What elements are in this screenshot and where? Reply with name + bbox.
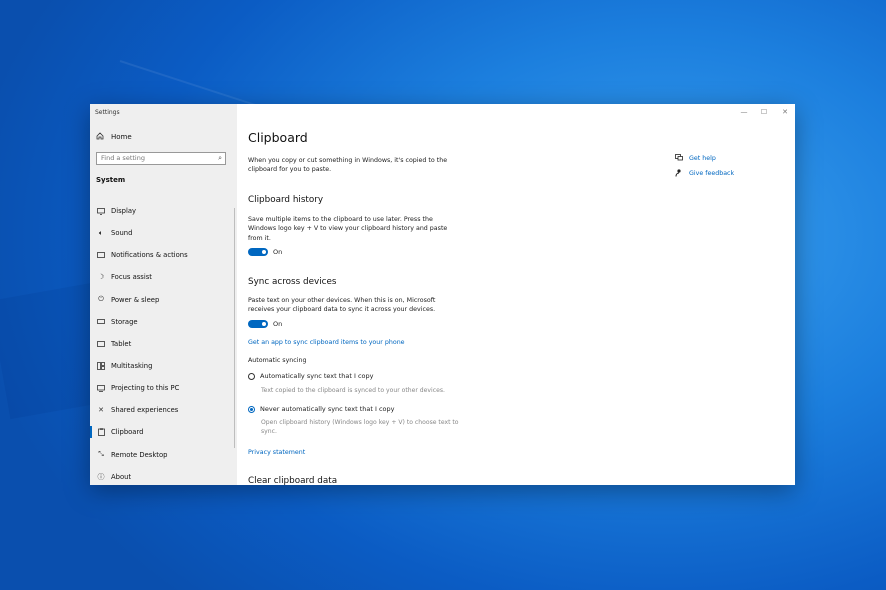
toggle-label: On <box>273 320 283 328</box>
toggle-label: On <box>273 248 283 256</box>
sidebar-scrollbar[interactable] <box>234 208 235 448</box>
clipboard-icon <box>96 427 106 437</box>
sidebar-item-power-sleep[interactable]: ⏻ Power & sleep <box>90 289 237 311</box>
sidebar-item-storage[interactable]: Storage <box>90 311 237 333</box>
radio-never-sync-description: Open clipboard history (Windows logo key… <box>261 419 459 435</box>
window-title: Settings <box>95 109 120 116</box>
home-label: Home <box>111 133 132 141</box>
notifications-icon <box>96 250 106 260</box>
sidebar-section-title: System <box>96 176 126 184</box>
search-input[interactable]: Find a setting ⌕ <box>96 152 226 165</box>
sidebar-item-label: About <box>111 472 132 481</box>
storage-icon <box>96 317 106 327</box>
sidebar-item-label: Remote Desktop <box>111 450 168 459</box>
page-title: Clipboard <box>248 130 308 145</box>
settings-window: Settings Home Find a setting ⌕ System Di… <box>90 104 795 485</box>
projecting-icon <box>96 383 106 393</box>
radio-label: Automatically sync text that I copy <box>260 372 374 380</box>
sidebar-item-shared-experiences[interactable]: ✕ Shared experiences <box>90 399 237 421</box>
remote-desktop-icon: ⤡ <box>98 450 104 459</box>
toggle-switch[interactable] <box>248 248 268 256</box>
multitasking-icon <box>96 361 106 371</box>
sidebar-item-label: Sound <box>111 229 133 238</box>
focus-assist-icon: ☽ <box>97 273 105 282</box>
sidebar: Settings Home Find a setting ⌕ System Di… <box>90 104 237 485</box>
clipboard-history-heading: Clipboard history <box>248 195 324 205</box>
search-icon: ⌕ <box>218 154 222 162</box>
power-icon: ⏻ <box>98 295 104 304</box>
clipboard-history-description: Save multiple items to the clipboard to … <box>248 216 448 242</box>
sidebar-item-label: Shared experiences <box>111 406 179 415</box>
sidebar-item-label: Storage <box>111 317 138 326</box>
sidebar-item-focus-assist[interactable]: ☽ Focus assist <box>90 266 237 288</box>
home-icon <box>96 132 106 142</box>
about-icon: ⓘ <box>97 472 105 481</box>
radio-label: Never automatically sync text that I cop… <box>260 405 395 413</box>
sidebar-item-projecting[interactable]: Projecting to this PC <box>90 377 237 399</box>
sidebar-item-label: Multitasking <box>111 362 153 371</box>
sidebar-item-multitasking[interactable]: Multitasking <box>90 355 237 377</box>
sidebar-item-sound[interactable]: 🔈︎ Sound <box>90 222 237 244</box>
shared-experiences-icon: ✕ <box>98 406 104 415</box>
privacy-statement-link[interactable]: Privacy statement <box>248 449 305 456</box>
radio-button[interactable] <box>248 405 255 413</box>
toggle-switch[interactable] <box>248 320 268 328</box>
clear-clipboard-heading: Clear clipboard data <box>248 476 338 485</box>
display-icon <box>96 206 106 216</box>
get-app-link[interactable]: Get an app to sync clipboard items to yo… <box>248 339 405 346</box>
sidebar-item-label: Projecting to this PC <box>111 384 180 393</box>
help-links: Get help Give feedback <box>675 151 734 181</box>
radio-never-sync[interactable]: Never automatically sync text that I cop… <box>248 405 395 413</box>
search-placeholder: Find a setting <box>101 154 145 162</box>
sidebar-item-display[interactable]: Display <box>90 200 237 222</box>
home-nav-item[interactable]: Home <box>96 132 132 142</box>
get-help-label: Get help <box>689 155 716 162</box>
radio-auto-sync[interactable]: Automatically sync text that I copy <box>248 372 374 380</box>
sidebar-item-label: Clipboard <box>111 428 144 437</box>
tablet-icon <box>96 339 106 349</box>
chat-help-icon <box>675 154 684 163</box>
get-help-link[interactable]: Get help <box>675 151 734 166</box>
intro-text: When you copy or cut something in Window… <box>248 157 448 174</box>
sidebar-item-label: Focus assist <box>111 273 152 282</box>
sync-description: Paste text on your other devices. When t… <box>248 297 436 314</box>
sync-heading: Sync across devices <box>248 277 337 287</box>
give-feedback-label: Give feedback <box>689 170 735 177</box>
feedback-icon <box>675 168 684 179</box>
sidebar-item-about[interactable]: ⓘ About <box>90 466 237 485</box>
sidebar-item-tablet[interactable]: Tablet <box>90 333 237 355</box>
automatic-syncing-label: Automatic syncing <box>248 357 307 364</box>
radio-button[interactable] <box>248 372 255 380</box>
sound-icon: 🔈︎ <box>98 228 104 237</box>
sidebar-item-notifications[interactable]: Notifications & actions <box>90 244 237 266</box>
sidebar-item-label: Tablet <box>111 339 132 348</box>
sidebar-item-label: Power & sleep <box>111 295 160 304</box>
clipboard-history-toggle[interactable]: On <box>248 248 282 256</box>
sync-toggle[interactable]: On <box>248 320 282 328</box>
give-feedback-link[interactable]: Give feedback <box>675 166 734 181</box>
sidebar-item-remote-desktop[interactable]: ⤡ Remote Desktop <box>90 444 237 466</box>
sidebar-item-clipboard[interactable]: Clipboard <box>90 421 237 443</box>
sidebar-item-label: Notifications & actions <box>111 251 188 260</box>
sidebar-item-label: Display <box>111 207 137 216</box>
sidebar-nav: Display 🔈︎ Sound Notifications & actions… <box>90 200 237 485</box>
radio-auto-sync-description: Text copied to the clipboard is synced t… <box>261 387 445 394</box>
